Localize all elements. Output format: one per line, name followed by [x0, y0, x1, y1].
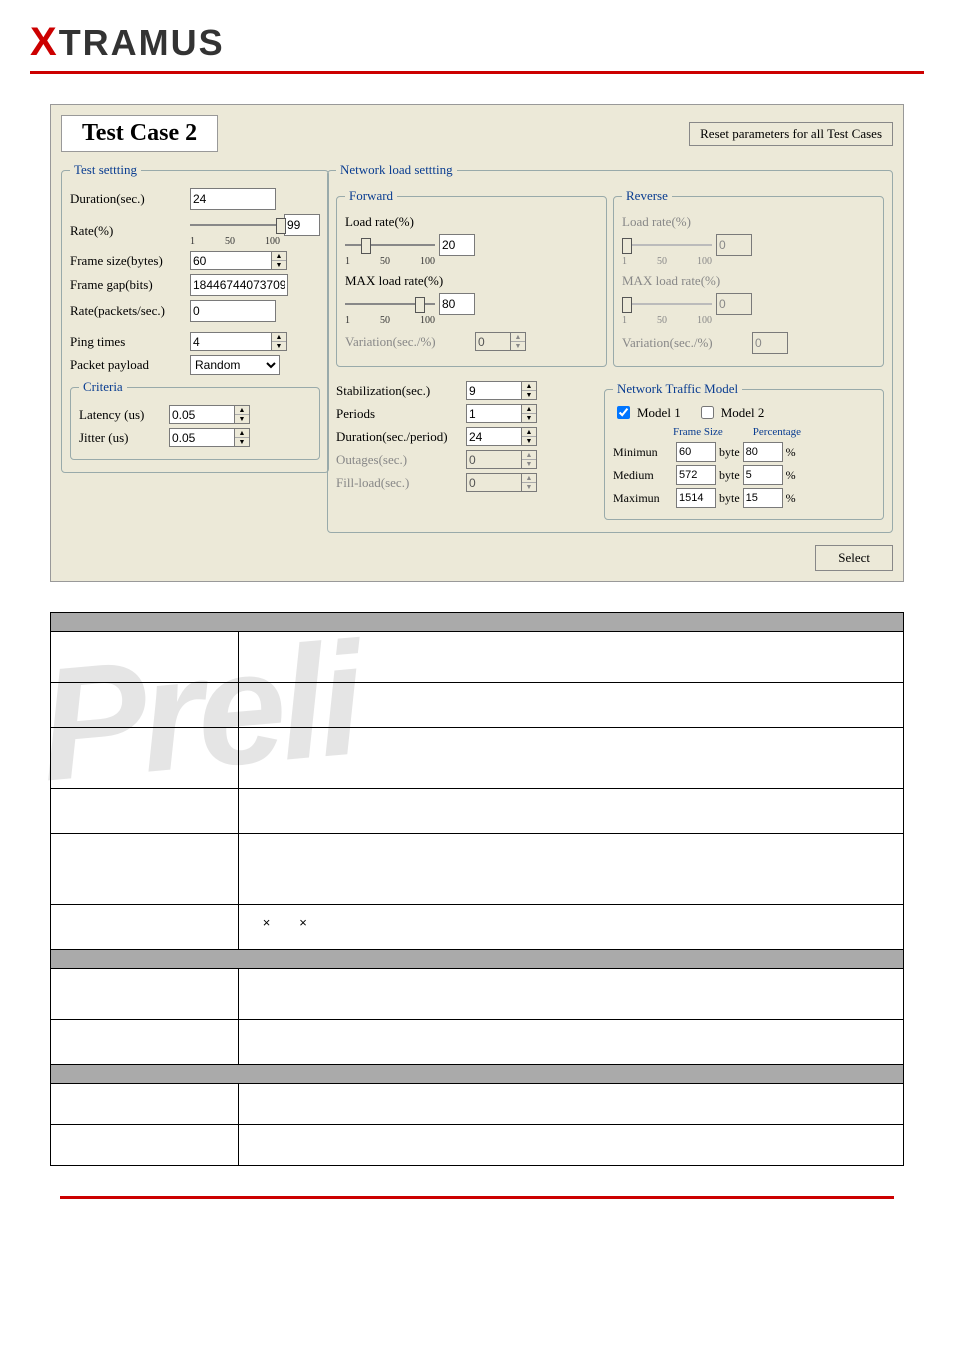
min-label: Minimun: [613, 445, 673, 460]
model2-checkbox[interactable]: Model 2: [697, 403, 765, 422]
periods-label: Periods: [336, 406, 466, 422]
frame-size-legend: Frame Size: [673, 426, 723, 438]
max-label: Maximun: [613, 491, 673, 506]
jitter-spinner[interactable]: ▲▼: [169, 428, 250, 447]
rev-var-input: [752, 332, 788, 354]
latency-label: Latency (us): [79, 407, 169, 423]
frame-gap-input[interactable]: [190, 274, 288, 296]
fwd-max-input[interactable]: [439, 293, 475, 315]
jitter-label: Jitter (us): [79, 430, 169, 446]
dur-per-spinner[interactable]: ▲▼: [466, 427, 537, 446]
fwd-var-label: Variation(sec./%): [345, 334, 475, 350]
forward-group: Forward Load rate(%) 150100: [336, 188, 607, 367]
criteria-legend: Criteria: [79, 379, 127, 395]
rev-load-input: [716, 234, 752, 256]
traffic-legend: Network Traffic Model: [613, 381, 742, 397]
rate-slider[interactable]: [190, 220, 280, 230]
rate-label: Rate(%): [70, 223, 190, 239]
max-byte-input[interactable]: [676, 488, 716, 508]
frame-gap-label: Frame gap(bits): [70, 277, 190, 293]
fwd-max-label: MAX load rate(%): [345, 273, 443, 289]
min-byte-input[interactable]: [676, 442, 716, 462]
min-pct-input[interactable]: [743, 442, 783, 462]
rev-max-input: [716, 293, 752, 315]
model1-checkbox[interactable]: Model 1: [613, 403, 681, 422]
payload-select[interactable]: Random: [190, 355, 280, 375]
brand-logo: XTRAMUS: [30, 20, 924, 74]
rev-load-label: Load rate(%): [622, 214, 691, 230]
fwd-load-label: Load rate(%): [345, 214, 414, 230]
payload-label: Packet payload: [70, 357, 190, 373]
rev-var-label: Variation(sec./%): [622, 335, 752, 351]
fwd-max-slider[interactable]: [345, 299, 435, 309]
rev-load-slider: [622, 240, 712, 250]
frame-size-spinner[interactable]: ▲▼: [190, 251, 287, 270]
rate-pkts-label: Rate(packets/sec.): [70, 303, 190, 319]
ping-spinner[interactable]: ▲▼: [190, 332, 287, 351]
max-pct-input[interactable]: [743, 488, 783, 508]
fill-spinner: ▲▼: [466, 473, 537, 492]
rate-input[interactable]: [284, 214, 320, 236]
fwd-load-slider[interactable]: [345, 240, 435, 250]
network-load-legend: Network load settting: [336, 162, 457, 178]
reverse-group: Reverse Load rate(%) 150100: [613, 188, 884, 367]
rev-max-label: MAX load rate(%): [622, 273, 720, 289]
dur-per-label: Duration(sec./period): [336, 429, 466, 445]
frame-size-label: Frame size(bytes): [70, 253, 190, 269]
percentage-legend: Percentage: [753, 426, 801, 438]
forward-legend: Forward: [345, 188, 397, 204]
test-case-panel: Test Case 2 Reset parameters for all Tes…: [50, 104, 904, 582]
doc-table: × ×: [50, 612, 904, 1166]
test-setting-legend: Test settting: [70, 162, 141, 178]
latency-spinner[interactable]: ▲▼: [169, 405, 250, 424]
reverse-legend: Reverse: [622, 188, 672, 204]
network-load-group: Network load settting Forward Load rate(…: [327, 162, 893, 533]
test-setting-group: Test settting Duration(sec.) Rate(%): [61, 162, 329, 473]
footer-rule: [60, 1196, 894, 1199]
ping-label: Ping times: [70, 334, 190, 350]
fwd-var-spinner: ▲▼: [475, 332, 526, 351]
traffic-model-group: Network Traffic Model Model 1 Model 2 Fr…: [604, 381, 884, 520]
panel-title: Test Case 2: [61, 115, 218, 152]
rev-max-slider: [622, 299, 712, 309]
duration-input[interactable]: [190, 188, 276, 210]
outages-spinner: ▲▼: [466, 450, 537, 469]
criteria-group: Criteria Latency (us) ▲▼ Jitter (us): [70, 379, 320, 460]
duration-label: Duration(sec.): [70, 191, 190, 207]
stab-label: Stabilization(sec.): [336, 383, 466, 399]
outages-label: Outages(sec.): [336, 452, 466, 468]
reset-parameters-button[interactable]: Reset parameters for all Test Cases: [689, 122, 893, 146]
rate-pkts-input[interactable]: [190, 300, 276, 322]
periods-spinner[interactable]: ▲▼: [466, 404, 537, 423]
med-byte-input[interactable]: [676, 465, 716, 485]
fill-label: Fill-load(sec.): [336, 475, 466, 491]
med-label: Medium: [613, 468, 673, 483]
med-pct-input[interactable]: [743, 465, 783, 485]
fwd-load-input[interactable]: [439, 234, 475, 256]
stab-spinner[interactable]: ▲▼: [466, 381, 537, 400]
select-button[interactable]: Select: [815, 545, 893, 571]
